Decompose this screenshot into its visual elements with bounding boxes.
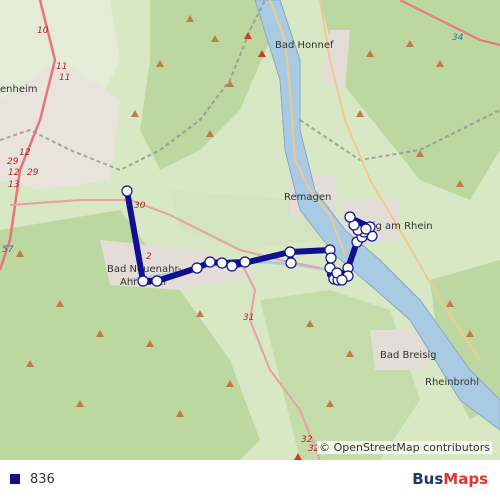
map-attribution[interactable]: © OpenStreetMap contributors [317, 441, 492, 454]
road-number: 10 [37, 26, 49, 36]
brand-part-bus: Bus [412, 470, 444, 488]
busmaps-logo[interactable]: BusMaps [412, 470, 488, 488]
bus-stop-marker[interactable] [151, 275, 163, 287]
road-number: 30 [134, 201, 146, 211]
bus-stop-marker[interactable] [360, 223, 372, 235]
place-label: Rheinbrohl [425, 377, 479, 388]
bus-stop-marker[interactable] [239, 256, 251, 268]
bus-stop-marker[interactable] [226, 260, 238, 272]
place-label: Remagen [284, 192, 331, 203]
bus-stop-marker[interactable] [137, 275, 149, 287]
road-number: 31 [243, 313, 254, 323]
road-number: 2 [146, 252, 152, 262]
road-number: 57 [2, 245, 14, 255]
road-number: 34 [452, 33, 464, 43]
bus-stop-marker[interactable] [325, 252, 337, 264]
route-color-swatch [10, 474, 20, 484]
bus-stop-marker[interactable] [344, 211, 356, 223]
place-label: Bad Breisig [380, 350, 437, 361]
road-number: 12 [8, 168, 20, 178]
bus-stop-marker[interactable] [285, 257, 297, 269]
map-view[interactable]: Bad Honnef Remagen Bad Neuenahr- Ahrweil… [0, 0, 500, 460]
bus-stop-marker[interactable] [336, 274, 348, 286]
road-number: 11 [56, 62, 67, 72]
bus-stop-marker[interactable] [204, 256, 216, 268]
brand-part-maps: Maps [443, 470, 488, 488]
road-number: 13 [8, 180, 20, 190]
bus-stop-marker[interactable] [121, 185, 133, 197]
map-canvas[interactable]: Bad Honnef Remagen Bad Neuenahr- Ahrweil… [0, 0, 500, 460]
bus-stop-marker[interactable] [216, 257, 228, 269]
road-number: 12 [19, 148, 31, 158]
bus-stop-marker[interactable] [284, 246, 296, 258]
route-number-label[interactable]: 836 [30, 472, 55, 487]
road-number: 11 [59, 73, 70, 83]
road-number: 29 [27, 168, 39, 178]
road-number: 29 [7, 157, 19, 167]
place-label: Bad Honnef [275, 40, 334, 51]
place-label: enheim [0, 84, 38, 95]
bus-stop-marker[interactable] [191, 262, 203, 274]
